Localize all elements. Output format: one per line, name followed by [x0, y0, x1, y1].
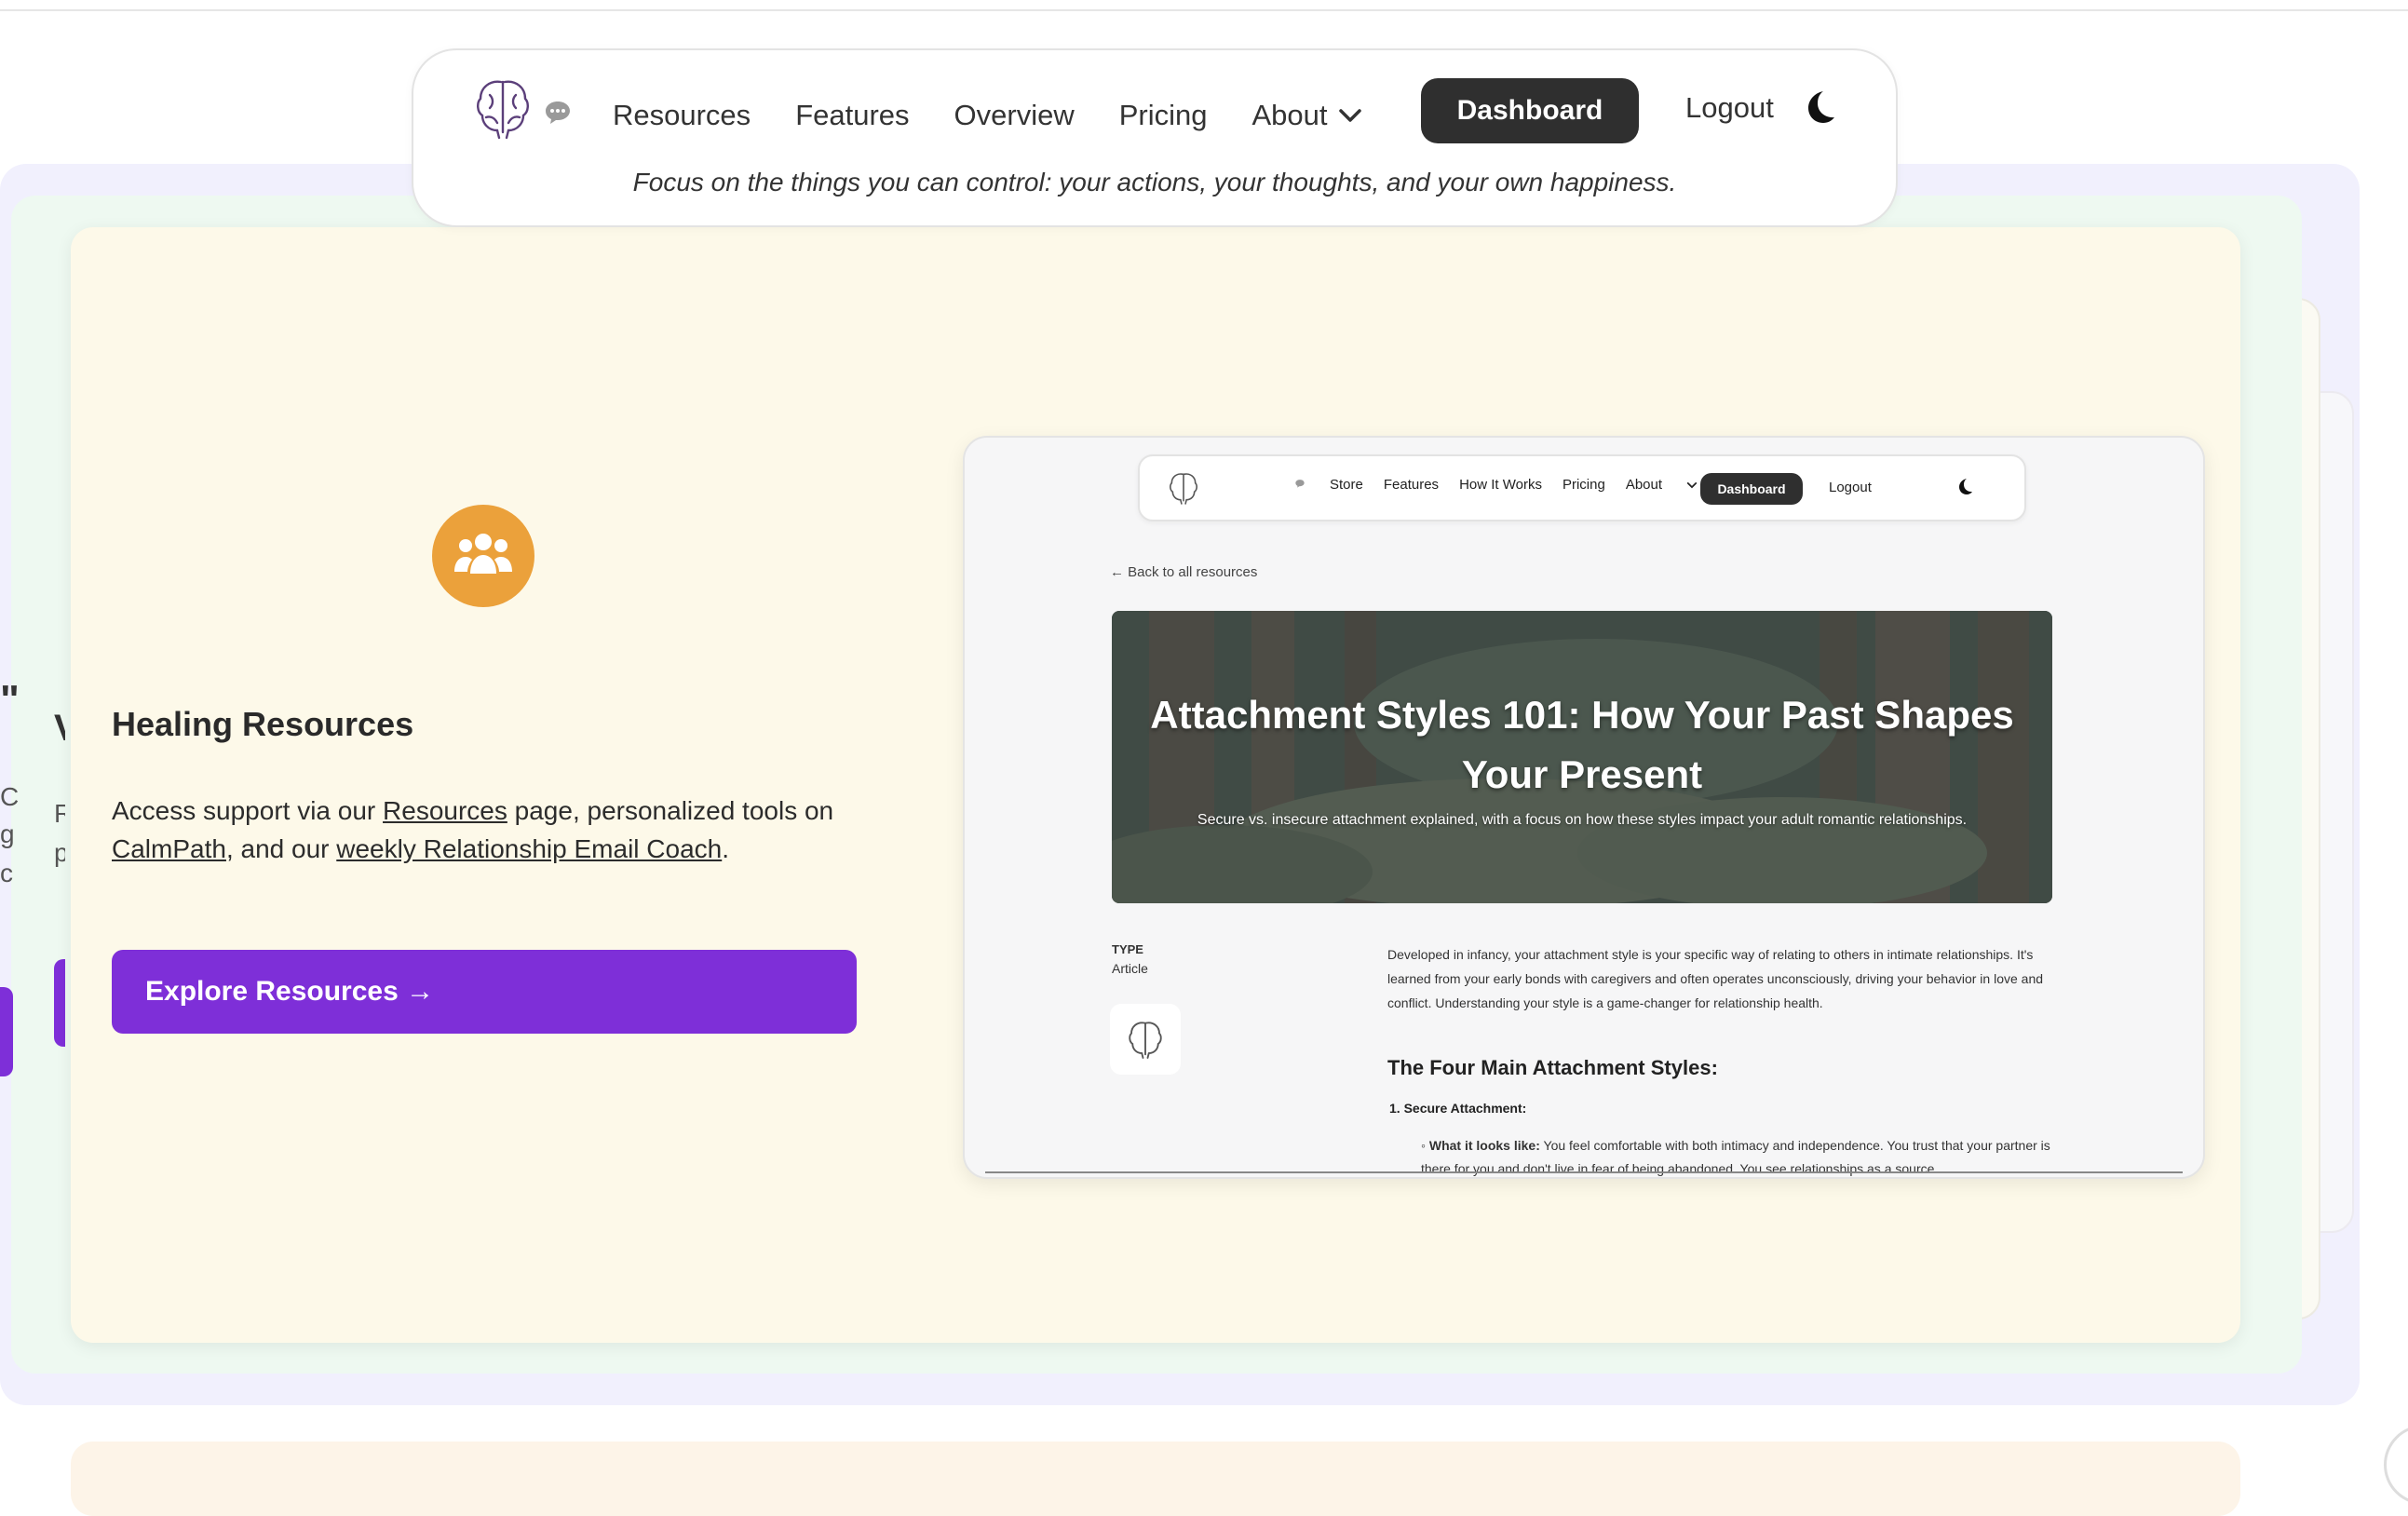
preview-list-item: 1. Secure Attachment: — [1389, 1101, 1526, 1116]
preview-hero-title: Attachment Styles 101: How Your Past Sha… — [1150, 693, 2014, 796]
moon-icon — [1959, 479, 1972, 494]
logout-link[interactable]: Logout — [1685, 91, 1774, 125]
preview-type-label: TYPE — [1112, 942, 1143, 956]
preview-bottom-divider — [985, 1171, 2183, 1173]
chat-bubble-icon — [1295, 480, 1305, 488]
arrow-left-icon: ← — [1110, 564, 1124, 580]
previous-card-peek: " V C R g p c — [0, 559, 65, 1136]
scroll-circle-peek[interactable] — [2384, 1425, 2408, 1505]
preview-body-text: Developed in infancy, your attachment st… — [1387, 947, 2044, 1010]
preview-nav-link-how-it-works: How It Works — [1459, 477, 1542, 493]
peek-line: g — [0, 819, 15, 848]
peek-line: p — [54, 838, 65, 867]
preview-type-value: Article — [1112, 961, 1148, 976]
preview-nav-links: Store Features How It Works Pricing Abou… — [1330, 477, 1718, 493]
feature-title: Healing Resources — [112, 705, 414, 743]
nav-quote: Focus on the things you can control: you… — [632, 168, 1677, 196]
preview-logo-card — [1110, 1004, 1181, 1075]
preview-about-label: About — [1625, 477, 1663, 493]
nav-link-resources[interactable]: Resources — [613, 99, 751, 132]
preview-logout-link: Logout — [1829, 480, 1872, 495]
preview-nav-link-pricing: Pricing — [1562, 477, 1605, 493]
chevron-down-icon — [1686, 481, 1698, 488]
resource-page-preview: Store Features How It Works Pricing Abou… — [963, 436, 2205, 1179]
peek-button[interactable] — [54, 959, 65, 1047]
nav-link-overview[interactable]: Overview — [954, 99, 1075, 132]
nav-link-pricing[interactable]: Pricing — [1119, 99, 1208, 132]
brain-logo-icon[interactable] — [473, 76, 533, 140]
desc-text: page, personalized tools on — [507, 796, 834, 825]
desc-text: Access support via our — [112, 796, 384, 825]
peek-quote-mark: " — [0, 677, 20, 723]
preview-back-label: Back to all resources — [1128, 564, 1258, 580]
chevron-down-icon — [1338, 109, 1361, 122]
people-group-icon — [454, 534, 512, 574]
moon-icon[interactable] — [1801, 88, 1838, 125]
preview-hero-banner: Attachment Styles 101: How Your Past Sha… — [1112, 611, 2052, 903]
preview-sub-item-label: What it looks like: — [1428, 1138, 1540, 1153]
preview-back-link: ← Back to all resources — [1110, 564, 1257, 580]
preview-section-heading: The Four Main Attachment Styles: — [1387, 1056, 1718, 1079]
preview-dashboard-button: Dashboard — [1700, 473, 1803, 505]
peek-line: c — [0, 859, 13, 887]
nav-links: Resources Features Overview Pricing Abou… — [613, 91, 1410, 140]
top-navigation: Resources Features Overview Pricing Abou… — [412, 48, 1898, 227]
desc-text: , and our — [225, 834, 337, 863]
preview-navigation: Store Features How It Works Pricing Abou… — [1138, 454, 2026, 521]
explore-resources-button[interactable]: Explore Resources → — [112, 950, 857, 1034]
preview-nav-link-store: Store — [1330, 477, 1363, 493]
chat-bubble-icon[interactable] — [544, 99, 572, 125]
brain-logo-icon — [1170, 473, 1197, 505]
nav-about-label: About — [1251, 99, 1328, 131]
peek-line: C — [0, 782, 20, 811]
email-coach-link[interactable]: weekly Relationship Email Coach — [336, 834, 722, 863]
nav-about-dropdown[interactable]: About — [1252, 99, 1363, 132]
preview-list-item-label: 1. Secure Attachment: — [1389, 1101, 1527, 1116]
preview-hero-subtitle: Secure vs. insecure attachment explained… — [1197, 812, 1968, 828]
peek-button-edge[interactable] — [0, 987, 13, 1076]
resources-link[interactable]: Resources — [383, 796, 507, 825]
feature-description: Access support via our Resources page, p… — [112, 792, 894, 868]
preview-nav-about: About — [1626, 477, 1698, 493]
brain-logo-icon — [1129, 1022, 1162, 1059]
feature-icon-badge — [432, 505, 534, 607]
next-card-peek — [71, 1442, 2240, 1516]
nav-link-features[interactable]: Features — [795, 99, 909, 132]
peek-heading-letter: V — [54, 708, 65, 750]
desc-text: . — [722, 834, 730, 863]
preview-nav-link-features: Features — [1383, 477, 1440, 493]
dashboard-button[interactable]: Dashboard — [1421, 78, 1639, 143]
peek-line: R — [54, 799, 65, 828]
calmpath-link[interactable]: CalmPath — [112, 834, 226, 863]
browser-top-edge — [0, 0, 2408, 11]
